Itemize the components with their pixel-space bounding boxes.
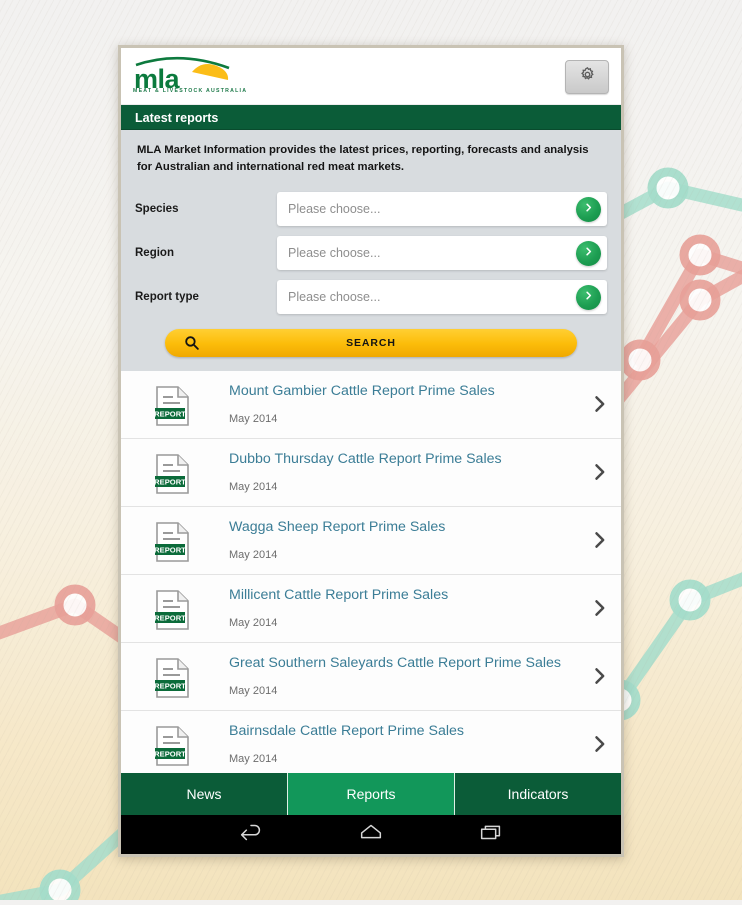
tab-indicators[interactable]: Indicators — [455, 773, 621, 815]
report-date: May 2014 — [229, 481, 278, 493]
recents-icon — [477, 821, 505, 848]
list-item[interactable]: REPORT Dubbo Thursday Cattle Report Prim… — [121, 439, 621, 507]
search-icon — [183, 334, 200, 354]
gear-icon — [579, 66, 596, 88]
device-frame: mla MEAT & LIVESTOCK AUSTRALIA Latest re… — [118, 45, 624, 857]
list-item[interactable]: REPORT Millicent Cattle Report Prime Sal… — [121, 575, 621, 643]
form-row-species: Species Please choose... — [135, 187, 607, 231]
region-select[interactable]: Please choose... — [277, 236, 607, 270]
nav-recents-button[interactable] — [477, 821, 505, 848]
svg-text:REPORT: REPORT — [154, 750, 186, 759]
tab-reports[interactable]: Reports — [288, 773, 455, 815]
region-label: Region — [135, 247, 174, 259]
report-title: Great Southern Saleyards Cattle Report P… — [229, 655, 561, 671]
report-date: May 2014 — [229, 549, 278, 561]
chevron-right-icon[interactable] — [589, 393, 609, 420]
report-document-icon: REPORT — [154, 657, 192, 699]
device-screen: mla MEAT & LIVESTOCK AUSTRALIA Latest re… — [121, 48, 621, 854]
report-date: May 2014 — [229, 685, 278, 697]
search-button[interactable]: SEARCH — [165, 329, 577, 357]
nav-home-button[interactable] — [357, 821, 385, 848]
report-title: Millicent Cattle Report Prime Sales — [229, 587, 449, 603]
chevron-right-icon[interactable] — [589, 733, 609, 760]
chevron-right-icon[interactable] — [589, 665, 609, 692]
search-button-label: SEARCH — [346, 337, 396, 349]
report-type-select-value: Please choose... — [288, 290, 381, 304]
report-document-icon: REPORT — [154, 385, 192, 427]
settings-button[interactable] — [565, 60, 609, 94]
svg-text:REPORT: REPORT — [154, 682, 186, 691]
svg-text:REPORT: REPORT — [154, 410, 186, 419]
report-type-select-go-button[interactable] — [576, 284, 601, 310]
report-title: Wagga Sheep Report Prime Sales — [229, 519, 446, 535]
search-panel: MLA Market Information provides the late… — [121, 130, 621, 371]
section-title: Latest reports — [135, 110, 219, 125]
section-header: Latest reports — [121, 105, 621, 130]
tab-news-label: News — [186, 786, 222, 802]
list-item[interactable]: REPORT Bairnsdale Cattle Report Prime Sa… — [121, 711, 621, 773]
region-select-value: Please choose... — [288, 246, 381, 260]
report-document-icon: REPORT — [154, 453, 192, 495]
chevron-right-icon — [583, 244, 594, 262]
mla-logo-tagline: MEAT & LIVESTOCK AUSTRALIA — [133, 88, 248, 94]
back-icon — [237, 821, 265, 848]
report-document-icon: REPORT — [154, 725, 192, 767]
search-button-wrap: SEARCH — [135, 319, 607, 357]
species-label: Species — [135, 203, 179, 215]
tab-reports-label: Reports — [346, 786, 396, 802]
tab-news[interactable]: News — [121, 773, 288, 815]
home-icon — [357, 821, 385, 848]
bottom-tab-bar: News Reports Indicators — [121, 773, 621, 815]
app-header: mla MEAT & LIVESTOCK AUSTRALIA — [121, 48, 621, 105]
chevron-right-icon — [583, 200, 594, 218]
list-item[interactable]: REPORT Mount Gambier Cattle Report Prime… — [121, 371, 621, 439]
report-title: Dubbo Thursday Cattle Report Prime Sales — [229, 451, 502, 467]
svg-text:REPORT: REPORT — [154, 478, 186, 487]
android-nav-bar — [121, 815, 621, 854]
report-date: May 2014 — [229, 413, 278, 425]
report-document-icon: REPORT — [154, 521, 192, 563]
report-title: Mount Gambier Cattle Report Prime Sales — [229, 383, 495, 399]
species-select[interactable]: Please choose... — [277, 192, 607, 226]
report-title: Bairnsdale Cattle Report Prime Sales — [229, 723, 464, 739]
species-select-go-button[interactable] — [576, 196, 601, 222]
tab-indicators-label: Indicators — [507, 786, 569, 802]
svg-text:REPORT: REPORT — [154, 546, 186, 555]
chevron-right-icon[interactable] — [589, 529, 609, 556]
list-item[interactable]: REPORT Wagga Sheep Report Prime Sales Ma… — [121, 507, 621, 575]
species-select-value: Please choose... — [288, 202, 381, 216]
form-row-region: Region Please choose... — [135, 231, 607, 275]
panel-description: MLA Market Information provides the late… — [137, 144, 589, 173]
chevron-right-icon[interactable] — [589, 597, 609, 624]
report-date: May 2014 — [229, 753, 278, 765]
search-form: Species Please choose... Region Please c… — [121, 179, 621, 357]
report-list[interactable]: REPORT Mount Gambier Cattle Report Prime… — [121, 371, 621, 773]
report-type-label: Report type — [135, 291, 199, 303]
region-select-go-button[interactable] — [576, 240, 601, 266]
report-type-select[interactable]: Please choose... — [277, 280, 607, 314]
chevron-right-icon[interactable] — [589, 461, 609, 488]
report-document-icon: REPORT — [154, 589, 192, 631]
list-item[interactable]: REPORT Great Southern Saleyards Cattle R… — [121, 643, 621, 711]
nav-back-button[interactable] — [237, 821, 265, 848]
svg-text:REPORT: REPORT — [154, 614, 186, 623]
report-date: May 2014 — [229, 617, 278, 629]
form-row-report-type: Report type Please choose... — [135, 275, 607, 319]
chevron-right-icon — [583, 288, 594, 306]
